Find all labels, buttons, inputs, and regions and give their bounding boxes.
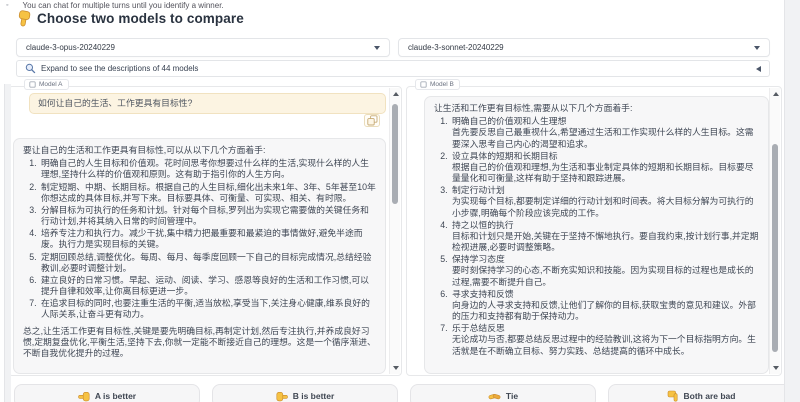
- left-gutter: [4, 84, 11, 402]
- item-body: 为实现每个目标,都要制定详细的行动计划和时间表。将大目标分解为可执行的小步骤,明…: [452, 196, 759, 218]
- response-intro: 让生活和工作更有目标性,需要从以下几个方面着手:: [434, 103, 759, 114]
- point-down-icon: [16, 10, 31, 27]
- item-title: 寻求支持和反馈: [452, 289, 759, 300]
- list-item: 在追求目标的同时,也要注重生活的平衡,适当放松,享受当下,关注身心健康,维系良好…: [39, 298, 376, 320]
- model-a-select-value: claude-3-opus-20240229: [26, 43, 374, 52]
- model-a-chat-panel: 如何让自己的生活、工作更具有目标性? 要让自己的生活和工作更具有目标性,可以从以…: [8, 86, 402, 376]
- point-right-icon: [276, 391, 288, 402]
- item-title: 明确自己的价值观和人生理想: [452, 116, 759, 127]
- accordion-label: Expand to see the descriptions of 44 mod…: [41, 64, 751, 73]
- model-b-chat-panel: 让生活和工作更有目标性,需要从以下几个方面着手: 明确自己的价值观和人生理想 首…: [406, 86, 782, 376]
- model-b-label: Model B: [415, 79, 460, 90]
- instruction-row: ◦ You can chat for multiple turns until …: [6, 1, 224, 10]
- handshake-icon: [488, 391, 501, 402]
- point-left-icon: [78, 391, 90, 402]
- list-item: 分解目标为可执行的任务和计划。针对每个目标,罗列出为实现它需要做的关键任务和行动…: [39, 205, 376, 227]
- a-is-better-button[interactable]: A is better: [14, 384, 200, 402]
- model-b-select[interactable]: claude-3-sonnet-20240229: [398, 38, 770, 57]
- heading-row: Choose two models to compare: [16, 10, 244, 27]
- model-a-response-bubble: 要让自己的生活和工作更具有目标性,可以从以下几个方面着手: 明确自己的人生目标和…: [13, 138, 386, 374]
- model-a-scrollbar[interactable]: [389, 88, 400, 374]
- copy-icon: [367, 115, 378, 126]
- response-list: 明确自己的人生目标和价值观。花时间思考你想要过什么样的生活,实现什么样的人生理想…: [23, 158, 376, 320]
- item-title: 乐于总结反思: [452, 323, 759, 334]
- list-item: 乐于总结反思 无论成功与否,都要总结反思过程中的经验教训,这将为下一个目标指明方…: [450, 323, 759, 357]
- model-b-scrollbar[interactable]: [769, 88, 780, 374]
- chat-icon: [420, 81, 427, 88]
- item-title: 保持学习态度: [452, 254, 759, 265]
- right-gutter: [784, 0, 800, 402]
- chevron-down-icon: [754, 46, 760, 50]
- thumbs-down-icon: [667, 390, 679, 402]
- scroll-up-icon[interactable]: [773, 92, 779, 96]
- item-body: 向身边的人寻求支持和反馈,让他们了解你的目标,获取宝贵的意见和建议。外部的压力和…: [452, 300, 759, 322]
- chat-icon: [29, 81, 36, 88]
- response-intro: 要让自己的生活和工作更具有目标性,可以从以下几个方面着手:: [23, 145, 376, 156]
- page-title: Choose two models to compare: [37, 11, 244, 26]
- scroll-up-icon[interactable]: [393, 92, 399, 96]
- list-item: 定期回顾总结,调整优化。每周、每月、每季度回顾一下自己的目标完成情况,总结经验教…: [39, 252, 376, 274]
- item-title: 设立具体的短期和长期目标: [452, 151, 759, 162]
- list-item: 制定行动计划 为实现每个目标,都要制定详细的行动计划和时间表。将大目标分解为可执…: [450, 185, 759, 219]
- instruction-text: You can chat for multiple turns until yo…: [22, 1, 223, 10]
- model-b-select-value: claude-3-sonnet-20240229: [408, 43, 754, 52]
- scrollbar-thumb[interactable]: [772, 144, 778, 352]
- b-is-better-button[interactable]: B is better: [212, 384, 398, 402]
- list-item: 建立良好的日常习惯。早起、运动、阅读、学习、感恩等良好的生活和工作习惯,可以提升…: [39, 275, 376, 297]
- model-a-label: Model A: [24, 79, 69, 90]
- scrollbar-thumb[interactable]: [392, 104, 398, 204]
- bullet-icon: ◦: [6, 2, 8, 9]
- list-item: 制定短期、中期、长期目标。根据自己的人生目标,细化出未来1年、3年、5年甚至10…: [39, 182, 376, 204]
- list-item: 寻求支持和反馈 向身边的人寻求支持和反馈,让他们了解你的目标,获取宝贵的意见和建…: [450, 289, 759, 323]
- scroll-down-icon[interactable]: [393, 366, 399, 370]
- list-item: 明确自己的价值观和人生理想 首先要反思自己最重视什么,希望通过生活和工作实现什么…: [450, 116, 759, 150]
- item-body: 目标和计划只是开始,关键在于坚持不懈地执行。要自我约束,按计划行事,并定期检视进…: [452, 231, 759, 253]
- scroll-down-icon[interactable]: [773, 366, 779, 370]
- search-icon: [25, 63, 36, 74]
- both-are-bad-button[interactable]: Both are bad: [608, 384, 794, 402]
- item-body: 要时刻保持学习的心态,不断充实知识和技能。因为实现目标的过程也是成长的过程,需要…: [452, 265, 759, 287]
- user-message-bubble: 如何让自己的生活、工作更具有目标性?: [29, 93, 386, 114]
- list-item: 设立具体的短期和长期目标 根据自己的价值观和理想,为生活和事业制定具体的短期和长…: [450, 151, 759, 185]
- model-descriptions-accordion[interactable]: Expand to see the descriptions of 44 mod…: [16, 60, 770, 77]
- list-item: 持之以恒的执行 目标和计划只是开始,关键在于坚持不懈地执行。要自我约束,按计划行…: [450, 220, 759, 254]
- copy-button[interactable]: [364, 114, 380, 127]
- item-title: 制定行动计划: [452, 185, 759, 196]
- response-outro: 总之,让生活工作更有目标性,关键是要先明确目标,再制定计划,然后专注执行,并养成…: [23, 326, 376, 360]
- model-b-response-bubble: 让生活和工作更有目标性,需要从以下几个方面着手: 明确自己的价值观和人生理想 首…: [424, 96, 769, 374]
- chevron-left-icon: [756, 66, 761, 72]
- tie-button[interactable]: Tie: [410, 384, 596, 402]
- chevron-down-icon: [374, 46, 380, 50]
- list-item: 培养专注力和执行力。减少干扰,集中精力把最重要和最紧迫的事情做好,避免半途而废。…: [39, 228, 376, 250]
- response-list: 明确自己的价值观和人生理想 首先要反思自己最重视什么,希望通过生活和工作实现什么…: [434, 116, 759, 357]
- item-body: 首先要反思自己最重视什么,希望通过生活和工作实现什么样的人生目标。这需要深入思考…: [452, 127, 759, 149]
- item-body: 无论成功与否,都要总结反思过程中的经验教训,这将为下一个目标指明方向。生活就是在…: [452, 334, 759, 356]
- arena-page: ◦ You can chat for multiple turns until …: [0, 0, 800, 402]
- model-a-select[interactable]: claude-3-opus-20240229: [16, 38, 390, 57]
- list-item: 明确自己的人生目标和价值观。花时间思考你想要过什么样的生活,实现什么样的人生理想…: [39, 158, 376, 180]
- item-body: 根据自己的价值观和理想,为生活和事业制定具体的短期和长期目标。目标要尽量量化和可…: [452, 162, 759, 184]
- item-title: 持之以恒的执行: [452, 220, 759, 231]
- list-item: 保持学习态度 要时刻保持学习的心态,不断充实知识和技能。因为实现目标的过程也是成…: [450, 254, 759, 288]
